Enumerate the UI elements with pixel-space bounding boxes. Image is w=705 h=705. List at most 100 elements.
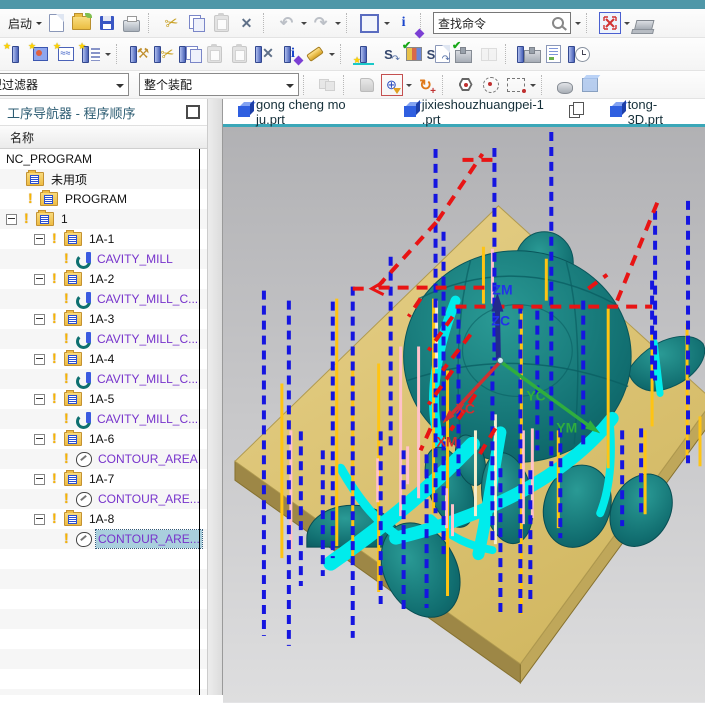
type-filter-combo[interactable]: 类型过滤器 <box>0 73 129 96</box>
tree-item-cavity-mill[interactable]: CAVITY_MILL_C... <box>0 409 207 429</box>
copy-object-button[interactable] <box>177 42 202 66</box>
undock-panel-button[interactable] <box>186 105 200 119</box>
collapse-icon[interactable] <box>34 273 45 285</box>
operation-navigator-panel: 工序导航器 - 程序顺序 名称 NC_PROGRAM 未用项 PROGRAM 1… <box>0 99 208 695</box>
delete-object-button[interactable] <box>252 42 277 66</box>
snap-point-highlight-box <box>380 73 403 96</box>
tree-item-cavity-mill[interactable]: CAVITY_MILL_C... <box>0 289 207 309</box>
column-divider[interactable] <box>199 149 200 695</box>
flashlight-dropdown[interactable] <box>327 42 336 66</box>
redo-button[interactable] <box>308 11 333 35</box>
tree-item-group-1a6[interactable]: 1A-6 <box>0 429 207 449</box>
find-command-dropdown[interactable] <box>573 11 582 35</box>
tree-item-cavity-mill[interactable]: CAVITY_MILL_C... <box>0 369 207 389</box>
create-operation-button[interactable] <box>78 41 103 66</box>
name-column-header[interactable]: 名称 <box>0 126 207 149</box>
window-display-button[interactable] <box>631 11 656 35</box>
mouse-mode-button[interactable] <box>552 73 577 97</box>
collapse-icon[interactable] <box>34 433 45 445</box>
shaded-display-button[interactable] <box>577 73 602 97</box>
part-cube-icon <box>403 106 416 117</box>
undo-button[interactable] <box>274 11 299 35</box>
start-menu-button[interactable]: 启动 <box>3 15 44 32</box>
create-geometry-button[interactable] <box>28 41 53 66</box>
fullscreen-dropdown[interactable] <box>622 11 631 35</box>
undo-dropdown[interactable] <box>299 11 308 35</box>
machine-tool-view-button[interactable] <box>516 42 541 66</box>
rectangle-select-dropdown[interactable] <box>528 73 537 97</box>
create-operation-dropdown[interactable] <box>103 42 112 66</box>
tab-gong-cheng-mo-ju[interactable]: gong cheng mo ju.prt <box>223 97 389 127</box>
tab-tong-3d[interactable]: tong-3D.prt <box>595 97 705 127</box>
cut-object-button[interactable] <box>152 42 177 66</box>
compare-documents-button[interactable] <box>476 42 501 66</box>
create-method-button[interactable] <box>53 41 78 66</box>
tree-item-contour-area[interactable]: CONTOUR_AREA <box>0 449 207 469</box>
new-file-button[interactable] <box>44 11 69 35</box>
replay-toolpath-button[interactable] <box>376 42 401 66</box>
open-file-button[interactable] <box>69 11 94 35</box>
save-button[interactable] <box>94 11 119 35</box>
hexagon-select-button[interactable] <box>453 73 478 97</box>
tree-item-nc-program[interactable]: NC_PROGRAM <box>0 149 207 169</box>
panel-splitter[interactable] <box>208 99 223 695</box>
tree-item-group-1[interactable]: 1 <box>0 209 207 229</box>
circle-select-button[interactable] <box>478 73 503 97</box>
find-command-box[interactable]: 查找命令 <box>433 12 572 34</box>
shop-documentation-button[interactable] <box>541 42 566 66</box>
toolpath-time-button[interactable] <box>566 42 591 66</box>
create-tool-button[interactable] <box>3 41 28 66</box>
collapse-icon[interactable] <box>6 213 17 225</box>
collapse-icon[interactable] <box>34 393 45 405</box>
postprocess-button[interactable] <box>426 42 451 66</box>
simulate-machine-button[interactable] <box>451 39 476 66</box>
tree-item-cavity-mill[interactable]: CAVITY_MILL_C... <box>0 329 207 349</box>
tree-item-contour-area-selected[interactable]: CONTOUR_ARE... <box>0 529 207 549</box>
rectangle-select-button[interactable] <box>503 73 528 97</box>
tree-item-cavity-mill[interactable]: CAVITY_MILL <box>0 249 207 269</box>
paste-special-button[interactable] <box>227 42 252 66</box>
tree-item-group-1a4[interactable]: 1A-4 <box>0 349 207 369</box>
tree-item-group-1a3[interactable]: 1A-3 <box>0 309 207 329</box>
tree-item-group-1a7[interactable]: 1A-7 <box>0 469 207 489</box>
tree-item-group-1a8[interactable]: 1A-8 <box>0 509 207 529</box>
tab-jixieshouzhuangpei[interactable]: jixieshouzhuangpei-1 .prt <box>389 97 595 127</box>
collapse-icon[interactable] <box>34 473 45 485</box>
redo-dropdown[interactable] <box>333 11 342 35</box>
snap-point-dropdown[interactable] <box>404 73 413 97</box>
rotate-reference-point-button[interactable] <box>413 73 438 97</box>
object-information-button[interactable] <box>277 42 302 66</box>
collapse-icon[interactable] <box>34 513 45 525</box>
tree-item-program[interactable]: PROGRAM <box>0 189 207 209</box>
collapse-icon[interactable] <box>34 233 45 245</box>
snap-point-filter-button[interactable] <box>379 73 404 97</box>
restore-window-icon[interactable] <box>568 102 584 118</box>
graphics-window[interactable]: ZM ZC XC XM YC YM <box>223 127 705 703</box>
tree-item-contour-area[interactable]: CONTOUR_ARE... <box>0 489 207 509</box>
fullscreen-button[interactable] <box>597 11 622 35</box>
selection-scope-combo[interactable]: 整个装配 <box>139 73 299 96</box>
copy-button[interactable] <box>184 11 209 35</box>
tree-item-group-1a5[interactable]: 1A-5 <box>0 389 207 409</box>
generate-toolpath-button[interactable] <box>351 42 376 66</box>
edit-object-button[interactable] <box>127 42 152 66</box>
tree-item-unused[interactable]: 未用项 <box>0 169 207 189</box>
flashlight-button[interactable] <box>302 42 327 66</box>
fullscreen-icon <box>598 12 621 34</box>
collapse-icon[interactable] <box>34 313 45 325</box>
collapse-icon[interactable] <box>34 353 45 365</box>
paste-object-button[interactable] <box>202 42 227 66</box>
print-button[interactable] <box>119 11 144 35</box>
information-button[interactable] <box>391 11 416 35</box>
cut-button[interactable] <box>159 11 184 35</box>
verify-toolpath-button[interactable] <box>401 39 426 66</box>
delete-button[interactable] <box>234 11 259 35</box>
tree-item-group-1a1[interactable]: 1A-1 <box>0 229 207 249</box>
warning-icon <box>62 250 71 266</box>
tree-item-group-1a2[interactable]: 1A-2 <box>0 269 207 289</box>
display-style-dropdown[interactable] <box>382 11 391 35</box>
display-style-button[interactable] <box>357 11 382 35</box>
assembly-constraints-button[interactable] <box>314 73 339 97</box>
hand-tool-button[interactable] <box>354 73 379 97</box>
paste-button[interactable] <box>209 11 234 35</box>
